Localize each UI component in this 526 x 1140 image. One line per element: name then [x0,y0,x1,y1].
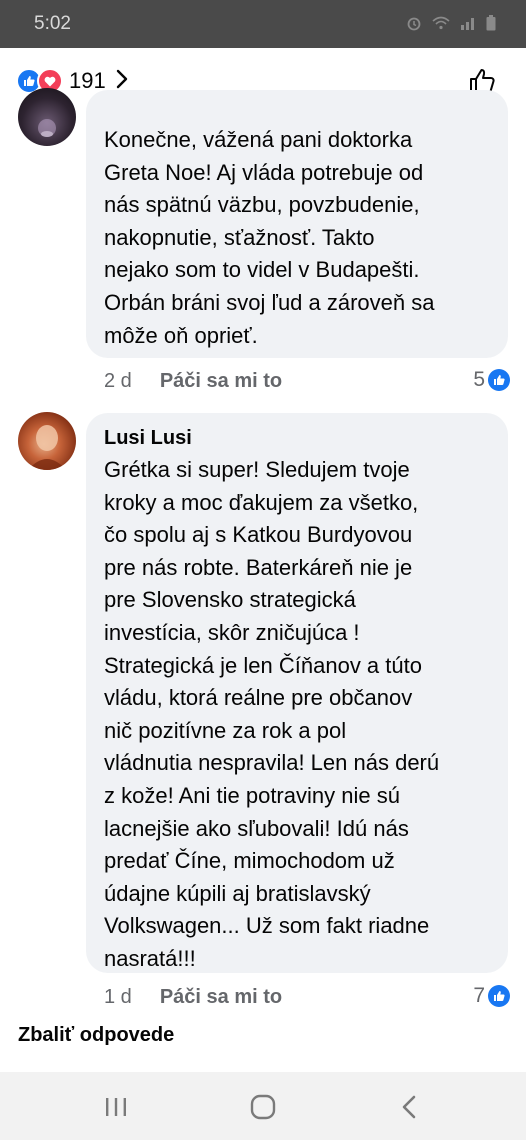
like-link[interactable]: Páči sa mi to [160,986,282,1009]
comment-age: 1 d [104,986,132,1008]
comment-bubble: Konečne, vážená pani doktorka Greta Noe!… [86,90,508,358]
comment-meta: 1 d Páči sa mi to [104,986,282,1009]
avatar[interactable] [18,88,76,146]
status-time: 5:02 [34,13,71,34]
navigation-bar [0,1072,526,1140]
comment-text: Konečne, vážená pani doktorka Greta Noe!… [104,127,435,348]
avatar[interactable] [18,412,76,470]
like-link[interactable]: Páči sa mi to [160,370,282,393]
status-icons [406,15,496,34]
comment-meta: 2 d Páči sa mi to [104,370,282,393]
comment-bubble: Lusi Lusi Grétka si super! Sledujem tvoj… [86,413,508,973]
comment-age: 2 d [104,370,132,392]
like-reaction-icon [488,369,510,391]
comment-text: Grétka si super! Sledujem tvoje kroky a … [104,457,440,971]
comment-like-count[interactable]: 5 [473,368,510,392]
like-count-value: 7 [473,984,485,1007]
back-icon[interactable] [390,1090,430,1124]
status-bar: 5:02 [0,0,526,48]
home-icon[interactable] [243,1090,283,1124]
battery-icon [486,15,496,34]
like-reaction-icon [488,985,510,1007]
collapse-replies-link[interactable]: Zbaliť odpovede [18,1024,174,1047]
comment-like-count[interactable]: 7 [473,984,510,1008]
like-count-value: 5 [473,368,485,391]
recent-apps-icon[interactable] [96,1090,136,1124]
wifi-icon [432,16,450,33]
signal-icon [460,16,476,33]
comment-author[interactable]: Lusi Lusi [104,427,494,450]
alarm-icon [406,15,422,34]
